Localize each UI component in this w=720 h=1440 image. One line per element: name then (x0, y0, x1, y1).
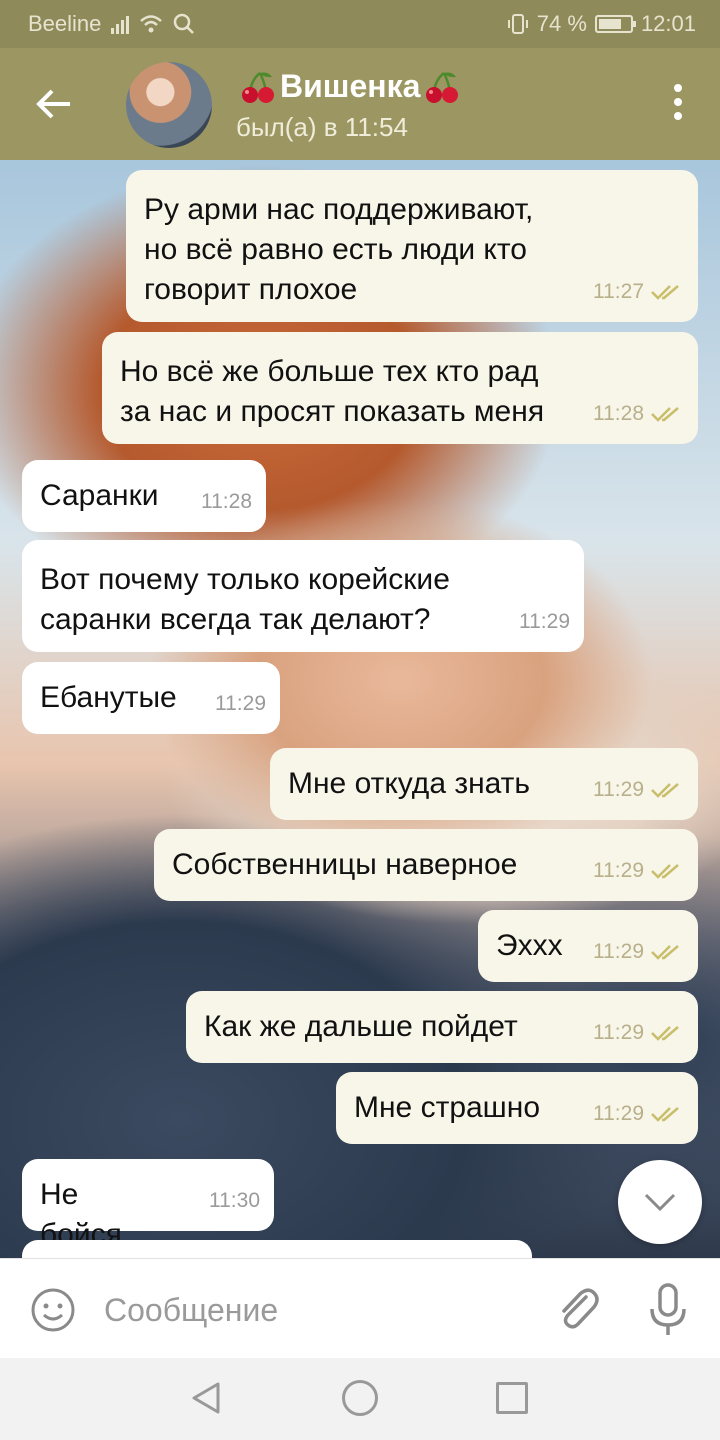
microphone-icon[interactable] (646, 1281, 690, 1339)
message-text: Мне страшно (354, 1091, 541, 1124)
double-check-icon (651, 1107, 679, 1122)
message-bubble[interactable]: Мне страшно 11:29 (336, 1072, 698, 1144)
nav-home-icon[interactable] (342, 1380, 378, 1416)
message-text: Ру арми нас поддерживают, но всё равно е… (144, 193, 534, 306)
carrier-label: Beeline (28, 11, 102, 36)
double-check-icon (651, 407, 679, 422)
message-meta: 11:29 (593, 851, 684, 891)
message-meta: 11:29 (593, 932, 684, 972)
message-bubble[interactable]: Ру арми нас поддерживают, но всё равно е… (126, 170, 698, 322)
message-text: Вот почему только корейские саранки всег… (40, 563, 450, 636)
wifi-icon (140, 15, 163, 33)
message-text: Саранки (40, 479, 159, 512)
message-bubble[interactable]: Саранки 11:28 (22, 460, 266, 532)
status-bar: Beeline 74 % 12:01 (0, 0, 720, 48)
clock: 12:01 (640, 11, 696, 36)
more-vertical-icon[interactable] (666, 84, 690, 124)
battery-percent: 74 % (536, 11, 587, 36)
message-bubble[interactable]: Эххх 11:29 (478, 910, 698, 982)
message-text: Как же дальше пойдет (204, 1010, 518, 1043)
message-bubble[interactable]: Не бойся 11:30 (22, 1159, 274, 1251)
message-meta: 11:29 (593, 1013, 684, 1053)
double-check-icon (651, 864, 679, 879)
message-meta: 11:29 (593, 770, 684, 810)
double-check-icon (651, 783, 679, 798)
system-nav-bar (0, 1358, 720, 1440)
double-check-icon (651, 1026, 679, 1041)
cherry-icon (426, 71, 459, 103)
double-check-icon (651, 285, 679, 300)
last-seen: был(а) в 11:54 (236, 112, 408, 142)
message-text: Эххх (496, 929, 563, 962)
cherry-icon (242, 71, 274, 103)
message-time: 11:29 (593, 1021, 644, 1044)
vibrate-icon (507, 14, 528, 34)
search-icon (174, 13, 195, 34)
message-time: 11:29 (593, 1102, 644, 1125)
message-time: 11:29 (593, 778, 644, 801)
battery-icon (594, 15, 636, 33)
message-meta: 11:29 (593, 1094, 684, 1134)
avatar[interactable] (126, 62, 212, 148)
message-time: 11:29 (215, 692, 266, 715)
contact-name-label: Вишенка (280, 68, 421, 104)
nav-back-icon[interactable] (188, 1380, 224, 1416)
chevron-down-icon (644, 1193, 676, 1212)
message-meta: 11:30 (209, 1181, 260, 1221)
double-check-icon (651, 945, 679, 960)
arrow-left-icon[interactable] (30, 80, 78, 128)
message-bubble[interactable]: Вот почему только корейские саранки всег… (22, 540, 584, 652)
message-text: Мне откуда знать (288, 767, 531, 800)
message-time: 11:30 (209, 1189, 260, 1212)
message-time: 11:29 (593, 859, 644, 882)
message-time: 11:28 (593, 402, 644, 425)
smiley-icon[interactable] (30, 1287, 76, 1333)
message-time: 11:27 (593, 280, 644, 303)
compose-bar (0, 1258, 720, 1358)
chat-header: Вишенка был(а) в 11:54 (0, 48, 720, 160)
message-meta: 11:29 (519, 602, 570, 642)
message-bubble-partial[interactable] (22, 1240, 532, 1258)
message-time: 11:29 (593, 940, 644, 963)
signal-icon (111, 14, 130, 34)
message-meta: 11:29 (215, 684, 266, 724)
message-bubble[interactable]: Но всё же больше тех кто рад за нас и пр… (102, 332, 698, 444)
message-text: Но всё же больше тех кто рад за нас и пр… (120, 355, 545, 428)
message-text: Ебанутые (40, 681, 177, 714)
message-meta: 11:27 (593, 272, 684, 312)
message-bubble[interactable]: Ебанутые 11:29 (22, 662, 280, 734)
message-bubble[interactable]: Как же дальше пойдет 11:29 (186, 991, 698, 1063)
message-time: 11:28 (201, 490, 252, 513)
message-input[interactable] (104, 1283, 524, 1337)
message-bubble[interactable]: Собственницы наверное 11:29 (154, 829, 698, 901)
nav-recents-icon[interactable] (496, 1382, 528, 1414)
paperclip-icon[interactable] (552, 1283, 602, 1337)
message-bubble[interactable]: Мне откуда знать 11:29 (270, 748, 698, 820)
message-list[interactable]: Ру арми нас поддерживают, но всё равно е… (0, 160, 720, 1258)
message-meta: 11:28 (201, 482, 252, 522)
message-meta: 11:28 (593, 394, 684, 434)
scroll-down-button[interactable] (618, 1160, 702, 1244)
message-time: 11:29 (519, 610, 570, 633)
contact-name[interactable]: Вишенка (238, 68, 462, 105)
message-text: Собственницы наверное (172, 848, 518, 881)
